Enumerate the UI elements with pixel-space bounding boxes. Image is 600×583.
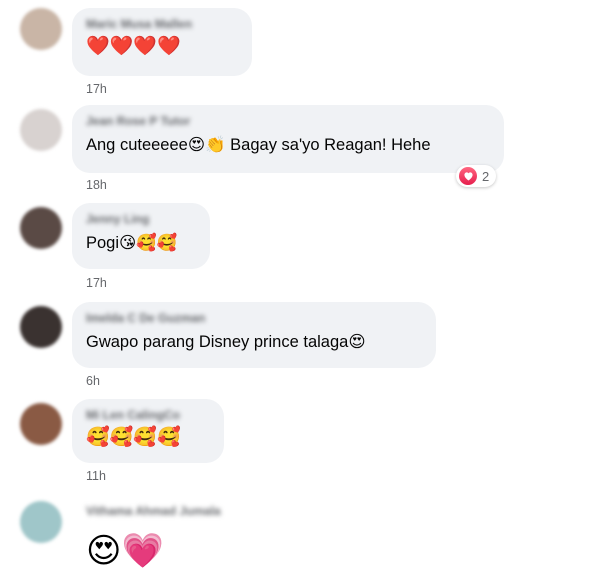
avatar[interactable]: [20, 403, 62, 445]
comment-author[interactable]: Jenny Ling: [86, 212, 196, 227]
comment-author[interactable]: Jean Rose P Tutor: [86, 114, 490, 129]
comment-bubble: Jenny Ling Pogi😘🥰🥰: [72, 203, 210, 269]
heart-icon: [459, 167, 477, 185]
comment-timestamp[interactable]: 11h: [86, 469, 106, 483]
avatar[interactable]: [20, 207, 62, 249]
comment-author[interactable]: Mi Len CalingCo: [86, 408, 210, 423]
comment-bubble: Imelda C De Guzman Gwapo parang Disney p…: [72, 302, 436, 368]
comment-text: ❤️❤️❤️❤️: [86, 36, 181, 57]
comment-bubble: Maric Musa Mallen ❤️❤️❤️❤️: [72, 8, 252, 76]
avatar[interactable]: [20, 501, 62, 543]
reaction-count-badge[interactable]: 2: [456, 165, 497, 187]
comment-bubble: Mi Len CalingCo 🥰🥰🥰🥰: [72, 399, 224, 463]
comment-text: Pogi😘🥰🥰: [86, 234, 178, 252]
comment-author[interactable]: Imelda C De Guzman: [86, 311, 422, 326]
comment-bubble: Vithama Ahmad Jumala: [72, 501, 280, 525]
avatar[interactable]: [20, 8, 62, 50]
avatar[interactable]: [20, 109, 62, 151]
comment-author[interactable]: Vithama Ahmad Jumala: [86, 504, 266, 519]
reaction-count: 2: [482, 168, 490, 184]
comment-author[interactable]: Maric Musa Mallen: [86, 17, 238, 32]
comment-timestamp[interactable]: 18h: [86, 178, 107, 192]
comment-text: Ang cuteeeee😍👏 Bagay sa'yo Reagan! Hehe: [86, 136, 431, 154]
comment-text: Gwapo parang Disney prince talaga😍: [86, 333, 366, 351]
avatar[interactable]: [20, 306, 62, 348]
comment-bubble: Jean Rose P Tutor Ang cuteeeee😍👏 Bagay s…: [72, 105, 504, 173]
comment-timestamp[interactable]: 17h: [86, 276, 107, 290]
comment-timestamp[interactable]: 6h: [86, 374, 100, 388]
comment-text: 🥰🥰🥰🥰: [86, 427, 181, 448]
comment-feed: Maric Musa Mallen ❤️❤️❤️❤️ 17h Jean Rose…: [0, 0, 600, 583]
comment-timestamp[interactable]: 17h: [86, 82, 107, 96]
comment-text: 😍💗: [86, 532, 164, 570]
